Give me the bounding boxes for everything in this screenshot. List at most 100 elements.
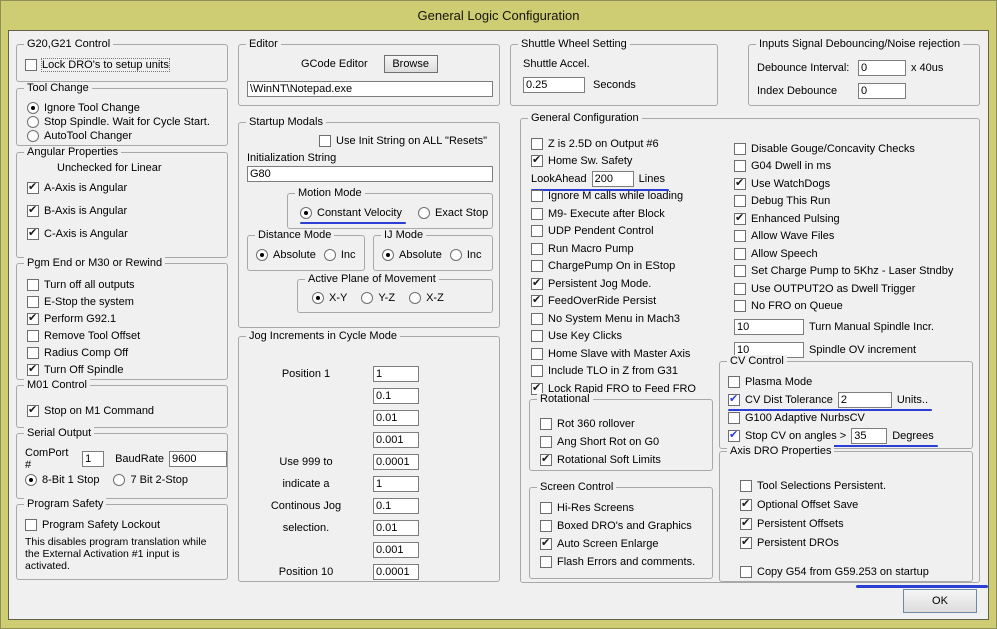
input-index-debounce[interactable] <box>858 82 906 99</box>
input-jog-position-10[interactable] <box>373 563 419 580</box>
checkbox-persistent-jog-mode[interactable]: Persistent Jog Mode. <box>531 275 696 293</box>
radio-7-bit-2-stop[interactable]: 7 Bit 2-Stop <box>113 472 188 488</box>
checkbox-box-lock-dro-s-to-setup-units[interactable] <box>25 59 37 71</box>
radio-dot-autotool-changer[interactable] <box>27 130 39 142</box>
radio-plane-xy[interactable]: X-Y <box>312 290 347 306</box>
checkbox-stop-cv-on-angles[interactable]: Stop CV on angles > Degrees <box>728 428 938 447</box>
input-jog-position-3[interactable] <box>373 409 419 426</box>
checkbox-a-axis-is-angular[interactable]: A-Axis is Angular <box>27 180 128 196</box>
checkbox-box-radius-comp-off[interactable] <box>27 347 39 359</box>
checkbox-box-no-system-menu-in-mach3[interactable] <box>531 312 543 325</box>
checkbox-allow-wave-files[interactable]: Allow Wave Files <box>734 228 953 246</box>
checkbox-box-enhanced-pulsing[interactable] <box>734 211 746 225</box>
checkbox-box-turn-off-all-outputs[interactable] <box>27 279 39 291</box>
checkbox-use-watchdogs[interactable]: Use WatchDogs <box>734 175 953 193</box>
checkbox-box-optional-offset-save[interactable] <box>740 497 752 511</box>
checkbox-box-persistent-jog-mode[interactable] <box>531 276 543 290</box>
checkbox-stop-on-m1-command[interactable]: Stop on M1 Command <box>27 403 154 419</box>
checkbox-set-charge-pump-to-5khz-laser-stndby[interactable]: Set Charge Pump to 5Khz - Laser Stndby <box>734 263 953 281</box>
checkbox-lock-dro-s-to-setup-units[interactable]: Lock DRO's to setup units <box>25 57 170 73</box>
radio-dot-constant-velocity[interactable] <box>300 207 312 219</box>
checkbox-box-chargepump-on-in-estop[interactable] <box>531 260 543 273</box>
checkbox-g04-dwell-in-ms[interactable]: G04 Dwell in ms <box>734 158 953 176</box>
checkbox-use-init-string[interactable]: Use Init String on ALL "Resets" <box>319 133 487 149</box>
input-turn-manual-spindle-incr[interactable] <box>734 319 804 335</box>
checkbox-box-udp-pendent-control[interactable] <box>531 225 543 238</box>
checkbox-persistent-offsets[interactable]: Persistent Offsets <box>740 516 929 532</box>
checkbox-box-use-watchdogs[interactable] <box>734 176 746 190</box>
radio-autotool-changer[interactable]: AutoTool Changer <box>27 129 210 143</box>
checkbox-box-use-output2o-as-dwell-trigger[interactable] <box>734 282 746 295</box>
checkbox-box-auto-screen-enlarge[interactable] <box>540 536 552 550</box>
checkbox-m9-execute-after-block[interactable]: M9- Execute after Block <box>531 205 696 223</box>
checkbox-disable-gouge-concavity-checks[interactable]: Disable Gouge/Concavity Checks <box>734 140 953 158</box>
checkbox-box-program-safety-lockout[interactable] <box>25 519 37 531</box>
checkbox-box-disable-gouge-concavity-checks[interactable] <box>734 142 746 155</box>
checkbox-box-remove-tool-offset[interactable] <box>27 330 39 342</box>
checkbox-copy-g54-from-g59-253-on-startup[interactable]: Copy G54 from G59.253 on startup <box>740 564 929 580</box>
checkbox-flash-errors-and-comments[interactable]: Flash Errors and comments. <box>540 554 695 570</box>
radio-dot-7-bit-2-stop[interactable] <box>113 474 126 486</box>
checkbox-persistent-dros[interactable]: Persistent DROs <box>740 535 929 551</box>
radio-dot-ij-absolute[interactable] <box>382 249 394 261</box>
input-jog-position-7[interactable] <box>373 497 419 514</box>
checkbox-box-ignore-m-calls-while-loading[interactable] <box>531 190 543 203</box>
checkbox-enhanced-pulsing[interactable]: Enhanced Pulsing <box>734 210 953 228</box>
checkbox-box-allow-wave-files[interactable] <box>734 230 746 243</box>
radio-8-bit-1-stop[interactable]: 8-Bit 1 Stop <box>25 472 99 488</box>
shuttle-accel-input[interactable] <box>523 77 585 93</box>
checkbox-box-g100-adaptive-nurbscv[interactable] <box>728 412 740 424</box>
checkbox-debug-this-run[interactable]: Debug This Run <box>734 193 953 211</box>
checkbox-no-fro-on-queue[interactable]: No FRO on Queue <box>734 298 953 316</box>
checkbox-box-run-macro-pump[interactable] <box>531 242 543 255</box>
checkbox-chargepump-on-in-estop[interactable]: ChargePump On in EStop <box>531 258 696 276</box>
checkbox-use-output2o-as-dwell-trigger[interactable]: Use OUTPUT2O as Dwell Trigger <box>734 280 953 298</box>
checkbox-box-persistent-dros[interactable] <box>740 535 752 549</box>
checkbox-box-persistent-offsets[interactable] <box>740 516 752 530</box>
checkbox-udp-pendent-control[interactable]: UDP Pendent Control <box>531 223 696 241</box>
checkbox-box-debug-this-run[interactable] <box>734 195 746 208</box>
checkbox-box-a-axis-is-angular[interactable] <box>27 180 39 194</box>
checkbox-box-boxed-dro-s-and-graphics[interactable] <box>540 520 552 532</box>
initialization-string-input[interactable] <box>247 166 493 182</box>
input-jog-position-2[interactable] <box>373 387 419 404</box>
radio-distance-absolute[interactable]: Absolute <box>256 247 316 263</box>
checkbox-home-sw-safety[interactable]: Home Sw. Safety <box>531 153 696 171</box>
radio-plane-xz[interactable]: X-Z <box>409 290 444 306</box>
checkbox-rot-360-rollover[interactable]: Rot 360 rollover <box>540 416 661 432</box>
checkbox-allow-speech[interactable]: Allow Speech <box>734 245 953 263</box>
checkbox-b-axis-is-angular[interactable]: B-Axis is Angular <box>27 203 128 219</box>
radio-plane-yz[interactable]: Y-Z <box>361 290 395 306</box>
checkbox-tool-selections-persistent[interactable]: Tool Selections Persistent. <box>740 478 929 494</box>
checkbox-rotational-soft-limits[interactable]: Rotational Soft Limits <box>540 452 661 468</box>
checkbox-plasma-mode[interactable]: Plasma Mode <box>728 374 934 390</box>
radio-dot-plane-xy[interactable] <box>312 292 324 304</box>
comport-input[interactable] <box>82 451 105 467</box>
input-jog-position-8[interactable] <box>373 519 419 536</box>
checkbox-box-set-charge-pump-to-5khz-laser-stndby[interactable] <box>734 265 746 278</box>
checkbox-box-cv-dist-tolerance[interactable] <box>728 392 740 406</box>
checkbox-box-home-slave-with-master-axis[interactable] <box>531 347 543 360</box>
browse-button[interactable]: Browse <box>383 55 438 73</box>
input-debounce-interval[interactable] <box>858 59 906 76</box>
checkbox-e-stop-the-system[interactable]: E-Stop the system <box>27 294 140 310</box>
baudrate-input[interactable] <box>169 451 227 467</box>
checkbox-remove-tool-offset[interactable]: Remove Tool Offset <box>27 328 140 344</box>
checkbox-box-c-axis-is-angular[interactable] <box>27 226 39 240</box>
checkbox-radius-comp-off[interactable]: Radius Comp Off <box>27 345 140 361</box>
checkbox-boxed-dro-s-and-graphics[interactable]: Boxed DRO's and Graphics <box>540 518 695 534</box>
radio-constant-velocity[interactable]: Constant Velocity <box>300 205 406 224</box>
input-cv-dist-tolerance[interactable] <box>837 392 892 408</box>
checkbox-box-m9-execute-after-block[interactable] <box>531 207 543 220</box>
checkbox-box-home-sw-safety[interactable] <box>531 153 543 168</box>
radio-distance-inc[interactable]: Inc <box>323 247 356 263</box>
radio-exact-stop[interactable]: Exact Stop <box>418 205 488 221</box>
radio-dot-ignore-tool-change[interactable] <box>27 102 39 114</box>
input-stop-cv-on-angles[interactable] <box>851 428 888 444</box>
checkbox-c-axis-is-angular[interactable]: C-Axis is Angular <box>27 226 128 242</box>
checkbox-g100-adaptive-nurbscv[interactable]: G100 Adaptive NurbsCV <box>728 410 934 426</box>
checkbox-box-flash-errors-and-comments[interactable] <box>540 556 552 568</box>
radio-dot-distance-inc[interactable] <box>323 249 336 261</box>
checkbox-hi-res-screens[interactable]: Hi-Res Screens <box>540 500 695 516</box>
checkbox-use-key-clicks[interactable]: Use Key Clicks <box>531 328 696 346</box>
